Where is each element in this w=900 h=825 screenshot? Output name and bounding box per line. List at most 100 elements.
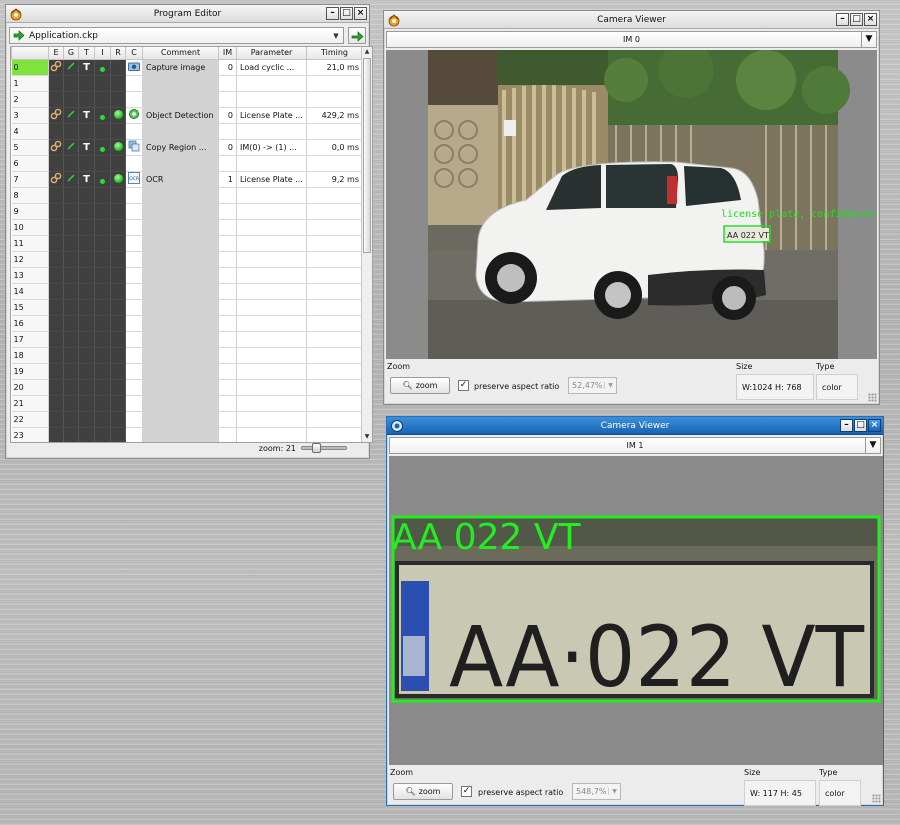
empty-control-cell[interactable] (63, 123, 79, 140)
im-cell[interactable]: 0 (218, 139, 237, 156)
empty-control-cell[interactable] (63, 395, 79, 412)
comment-cell[interactable] (142, 91, 219, 108)
comment-cell[interactable] (142, 363, 219, 380)
program-file-select[interactable]: Application.ckp ▼ (9, 27, 344, 44)
empty-control-cell[interactable] (78, 251, 95, 268)
empty-control-cell[interactable] (94, 267, 111, 284)
empty-control-cell[interactable] (110, 411, 126, 428)
trigger-toggle[interactable]: T (78, 171, 95, 188)
resize-grip[interactable] (868, 393, 877, 402)
program-row[interactable]: 5 T Copy Region ... 0 IM(0) -> (1) ... 0,0 ms (11, 139, 363, 156)
empty-control-cell[interactable] (48, 251, 64, 268)
im-cell[interactable] (218, 363, 237, 380)
zoom-percent-select[interactable]: 548,7% ▼ (572, 783, 621, 800)
zoom-button[interactable]: 🔍︎ zoom (393, 783, 453, 800)
comment-cell[interactable] (142, 235, 219, 252)
command-icon-cell[interactable] (125, 299, 143, 316)
command-icon-cell[interactable] (125, 411, 143, 428)
scroll-up-icon[interactable]: ▲ (362, 47, 372, 57)
empty-control-cell[interactable] (94, 219, 111, 236)
command-icon-cell[interactable] (125, 187, 143, 204)
empty-control-cell[interactable] (48, 123, 64, 140)
empty-control-cell[interactable] (94, 75, 111, 92)
empty-control-cell[interactable] (110, 91, 126, 108)
image-select[interactable]: IM 0 ▼ (386, 31, 877, 48)
empty-control-cell[interactable] (78, 347, 95, 364)
grab-toggle[interactable] (63, 59, 79, 76)
im-cell[interactable] (218, 347, 237, 364)
empty-control-cell[interactable] (94, 203, 111, 220)
im-cell[interactable] (218, 91, 237, 108)
row-number[interactable]: 15 (11, 299, 49, 316)
empty-control-cell[interactable] (48, 267, 64, 284)
parameter-cell[interactable] (236, 251, 307, 268)
trigger-toggle[interactable]: T (78, 59, 95, 76)
empty-control-cell[interactable] (110, 379, 126, 396)
parameter-cell[interactable] (236, 347, 307, 364)
im-cell[interactable] (218, 267, 237, 284)
io-toggle[interactable] (94, 139, 111, 156)
row-number[interactable]: 6 (11, 155, 49, 172)
row-number[interactable]: 21 (11, 395, 49, 412)
empty-control-cell[interactable] (63, 331, 79, 348)
comment-cell[interactable]: Object Detection (142, 107, 219, 124)
comment-cell[interactable] (142, 283, 219, 300)
command-icon-cell[interactable] (125, 379, 143, 396)
im-cell[interactable]: 1 (218, 171, 237, 188)
empty-control-cell[interactable] (78, 331, 95, 348)
header-g[interactable]: G (63, 47, 79, 60)
row-number[interactable]: 2 (11, 91, 49, 108)
close-button[interactable]: × (868, 419, 881, 432)
parameter-cell[interactable] (236, 331, 307, 348)
empty-control-cell[interactable] (48, 347, 64, 364)
header-i[interactable]: I (94, 47, 111, 60)
load-program-button[interactable] (348, 27, 366, 44)
row-number[interactable]: 11 (11, 235, 49, 252)
program-row[interactable]: 7 T OCR OCR 1 License Plate ... 9,2 ms (11, 171, 363, 188)
im-cell[interactable] (218, 315, 237, 332)
empty-control-cell[interactable] (48, 235, 64, 252)
parameter-cell[interactable] (236, 91, 307, 108)
empty-control-cell[interactable] (63, 267, 79, 284)
empty-control-cell[interactable] (94, 299, 111, 316)
comment-cell[interactable] (142, 155, 219, 172)
command-icon-cell[interactable] (125, 203, 143, 220)
row-number[interactable]: 12 (11, 251, 49, 268)
enable-toggle[interactable] (48, 59, 64, 76)
parameter-cell[interactable] (236, 379, 307, 396)
empty-control-cell[interactable] (94, 123, 111, 140)
empty-control-cell[interactable] (110, 283, 126, 300)
program-row[interactable]: 17 (11, 331, 363, 348)
row-number[interactable]: 10 (11, 219, 49, 236)
program-row[interactable]: 16 (11, 315, 363, 332)
im-cell[interactable] (218, 331, 237, 348)
parameter-cell[interactable]: License Plate ... (236, 107, 307, 124)
comment-cell[interactable] (142, 219, 219, 236)
empty-control-cell[interactable] (48, 219, 64, 236)
empty-control-cell[interactable] (110, 203, 126, 220)
program-row[interactable]: 6 (11, 155, 363, 172)
result-indicator[interactable] (110, 107, 126, 124)
empty-control-cell[interactable] (94, 347, 111, 364)
empty-control-cell[interactable] (94, 155, 111, 172)
im-cell[interactable] (218, 395, 237, 412)
comment-cell[interactable] (142, 299, 219, 316)
row-number[interactable]: 18 (11, 347, 49, 364)
comment-cell[interactable] (142, 123, 219, 140)
header-timing[interactable]: Timing (306, 47, 363, 60)
maximize-button[interactable]: □ (854, 419, 867, 432)
row-number[interactable]: 1 (11, 75, 49, 92)
empty-control-cell[interactable] (63, 187, 79, 204)
maximize-button[interactable]: □ (850, 13, 863, 26)
empty-control-cell[interactable] (110, 251, 126, 268)
command-icon-cell[interactable] (125, 395, 143, 412)
camera-viewer-titlebar[interactable]: Camera Viewer – □ × (384, 11, 879, 29)
command-icon-cell[interactable] (125, 331, 143, 348)
enable-toggle[interactable] (48, 171, 64, 188)
preserve-aspect-checkbox[interactable]: ✓ (461, 786, 472, 797)
empty-control-cell[interactable] (63, 379, 79, 396)
empty-control-cell[interactable] (63, 283, 79, 300)
empty-control-cell[interactable] (78, 203, 95, 220)
grab-toggle[interactable] (63, 107, 79, 124)
empty-control-cell[interactable] (94, 379, 111, 396)
